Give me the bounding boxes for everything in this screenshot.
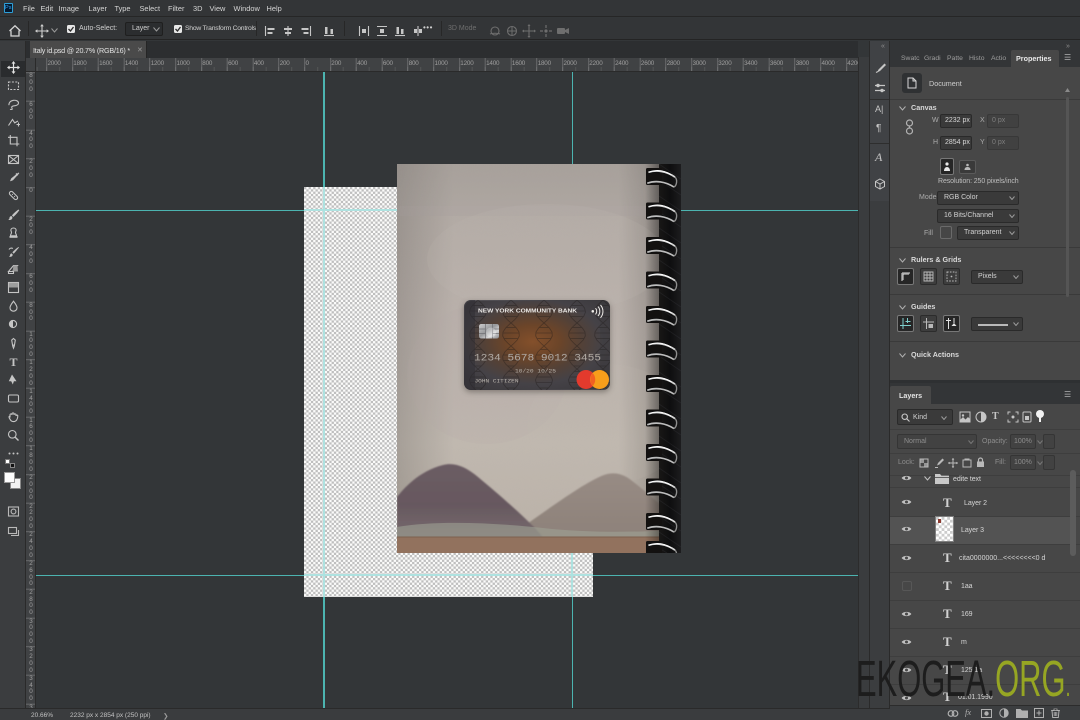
svg-text:T: T (9, 355, 17, 368)
svg-text:JOHN CITIZEN: JOHN CITIZEN (475, 378, 520, 385)
svg-text:10/20 10/25: 10/20 10/25 (515, 369, 556, 375)
svg-text:NEW YORK COMMUNITY BANK: NEW YORK COMMUNITY BANK (478, 309, 578, 315)
svg-text:1234 5678 9012 3455: 1234 5678 9012 3455 (474, 353, 601, 364)
